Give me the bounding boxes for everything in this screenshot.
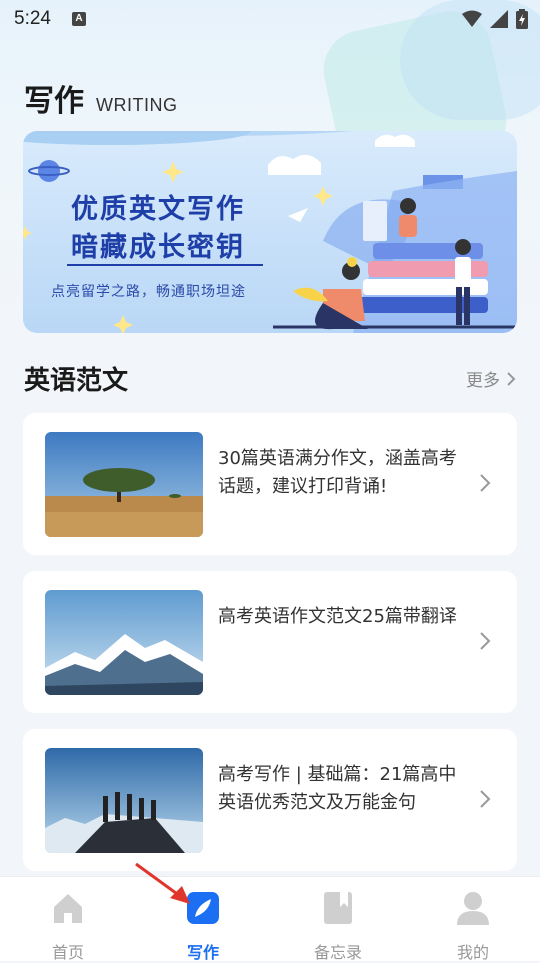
banner-headline-1: 优质英文写作 xyxy=(71,194,245,225)
article-title: 30篇英语满分作文，涵盖高考话题，建议打印背诵! xyxy=(218,448,457,497)
nav-label: 备忘录 xyxy=(313,943,362,962)
bottom-navigation: 首页 写作 备忘录 我的 xyxy=(0,876,540,962)
page-subtitle: WRITING xyxy=(96,95,178,115)
chevron-right-icon xyxy=(480,632,491,650)
notification-icon: A xyxy=(72,12,86,26)
home-icon xyxy=(54,894,82,923)
banner-headline-2: 暗藏成长密钥 xyxy=(71,232,245,263)
nav-label: 首页 xyxy=(51,943,84,962)
article-card[interactable]: 30篇英语满分作文，涵盖高考话题，建议打印背诵! xyxy=(23,413,517,555)
section-title: 英语范文 xyxy=(24,366,129,396)
nav-label: 写作 xyxy=(186,943,219,962)
notebook-icon xyxy=(324,892,352,924)
article-card[interactable]: 高考写作 | 基础篇：21篇高中英语优秀范文及万能金句 xyxy=(23,729,517,871)
status-time: 5:24 xyxy=(14,8,51,29)
wifi-icon xyxy=(462,10,482,27)
article-card[interactable]: 高考英语作文范文25篇带翻译 xyxy=(23,571,517,713)
more-link[interactable]: 更多 xyxy=(466,366,516,391)
nav-item-profile[interactable]: 我的 xyxy=(423,889,523,962)
nav-item-memo[interactable]: 备忘录 xyxy=(288,889,388,962)
nav-item-home[interactable]: 首页 xyxy=(18,889,118,962)
chevron-right-icon xyxy=(507,371,516,386)
signal-icon xyxy=(490,10,508,28)
banner-divider xyxy=(67,264,263,266)
page-title: 写作 xyxy=(24,84,84,119)
article-thumbnail xyxy=(45,590,203,695)
section-header: 英语范文 更多 xyxy=(24,358,516,398)
chevron-right-icon xyxy=(480,790,491,808)
nav-label: 我的 xyxy=(456,943,489,962)
more-label: 更多 xyxy=(466,371,500,391)
annotation-arrow-icon xyxy=(135,862,190,904)
status-icons xyxy=(462,9,528,29)
battery-icon xyxy=(516,9,528,29)
article-title: 高考写作 | 基础篇：21篇高中英语优秀范文及万能金句 xyxy=(218,764,457,813)
chevron-right-icon xyxy=(480,474,491,492)
banner-tagline: 点亮留学之路，畅通职场坦途 xyxy=(51,284,246,300)
article-thumbnail xyxy=(45,432,203,537)
article-thumbnail xyxy=(45,748,203,853)
status-bar: 5:24 A xyxy=(0,0,540,36)
user-icon xyxy=(457,892,489,925)
article-title: 高考英语作文范文25篇带翻译 xyxy=(218,606,457,627)
page-header: 写作 WRITING xyxy=(24,76,178,120)
promo-banner[interactable]: 优质英文写作 暗藏成长密钥 点亮留学之路，畅通职场坦途 xyxy=(23,131,517,333)
